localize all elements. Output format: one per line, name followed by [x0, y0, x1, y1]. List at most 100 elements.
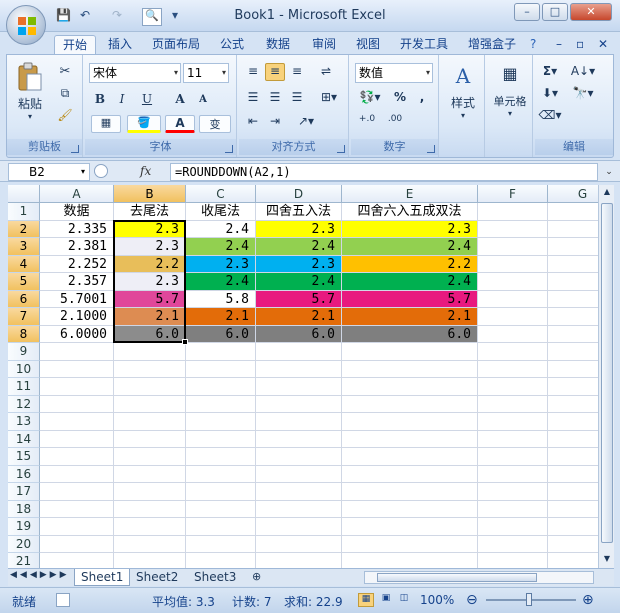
- cell-a19[interactable]: [40, 518, 114, 536]
- cell-f17[interactable]: [478, 483, 548, 501]
- cell-e13[interactable]: [342, 413, 478, 431]
- cell-c7[interactable]: 2.1: [186, 308, 256, 326]
- find-select-icon[interactable]: 🔭▾: [569, 85, 597, 103]
- cell-d8[interactable]: 6.0: [256, 325, 342, 343]
- formula-bar-expand-icon[interactable]: [94, 164, 108, 178]
- cut-icon[interactable]: ✂: [55, 63, 75, 81]
- cell-a7[interactable]: 2.1000: [40, 308, 114, 326]
- align-left-icon[interactable]: ☰: [243, 89, 263, 107]
- tab-review[interactable]: 审阅: [312, 35, 336, 54]
- cell-a15[interactable]: [40, 448, 114, 466]
- cell-d14[interactable]: [256, 430, 342, 448]
- cell-g14[interactable]: [548, 431, 598, 448]
- ribbon-restore-icon[interactable]: ▫: [576, 35, 584, 54]
- cell-e4[interactable]: 2.2: [342, 255, 478, 273]
- cell-d16[interactable]: [256, 465, 342, 483]
- cell-b20[interactable]: [114, 535, 186, 553]
- office-button[interactable]: [6, 5, 46, 45]
- cell-e21[interactable]: [342, 553, 478, 568]
- align-center-icon[interactable]: ☰: [265, 89, 285, 107]
- cell-c21[interactable]: [186, 553, 256, 568]
- cell-e12[interactable]: [342, 395, 478, 413]
- column-header-a[interactable]: A: [40, 185, 114, 203]
- row-header-16[interactable]: 16: [8, 465, 40, 483]
- cell-e1[interactable]: 四舍六入五成双法: [342, 203, 478, 221]
- grow-font-button[interactable]: A: [169, 91, 191, 109]
- cell-c10[interactable]: [186, 360, 256, 378]
- cell-b21[interactable]: [114, 553, 186, 568]
- scroll-down-icon[interactable]: ▼: [601, 554, 613, 566]
- cell-g16[interactable]: [548, 466, 598, 483]
- column-header-c[interactable]: C: [186, 185, 256, 203]
- row-header-19[interactable]: 19: [8, 518, 40, 536]
- cell-e18[interactable]: [342, 500, 478, 518]
- cell-g5[interactable]: [548, 273, 598, 291]
- cell-f21[interactable]: [478, 553, 548, 568]
- row-header-12[interactable]: 12: [8, 395, 40, 413]
- cell-g6[interactable]: [548, 291, 598, 308]
- column-header-f[interactable]: F: [478, 185, 548, 203]
- cell-g21[interactable]: [548, 553, 598, 568]
- cell-f5[interactable]: [478, 273, 548, 291]
- tab-page-layout[interactable]: 页面布局: [152, 35, 200, 54]
- font-size-combo[interactable]: 11 ▾: [183, 63, 229, 83]
- cell-d6[interactable]: 5.7: [256, 290, 342, 308]
- font-color-icon[interactable]: A: [165, 115, 195, 133]
- cell-a6[interactable]: 5.7001: [40, 290, 114, 308]
- cell-d18[interactable]: [256, 500, 342, 518]
- cell-f3[interactable]: [478, 238, 548, 256]
- cell-f16[interactable]: [478, 465, 548, 483]
- cell-g8[interactable]: [548, 326, 598, 343]
- align-bottom-icon[interactable]: ≡: [287, 63, 307, 81]
- cell-g9[interactable]: [548, 343, 598, 361]
- row-header-13[interactable]: 13: [8, 413, 40, 431]
- ribbon-close-icon[interactable]: ✕: [598, 35, 608, 54]
- zoom-level[interactable]: 100%: [420, 593, 454, 607]
- cell-d7[interactable]: 2.1: [256, 308, 342, 326]
- cell-b3[interactable]: 2.3: [114, 238, 186, 256]
- cell-d3[interactable]: 2.4: [256, 238, 342, 256]
- row-header-8[interactable]: 8: [8, 325, 40, 343]
- cell-a8[interactable]: 6.0000: [40, 325, 114, 343]
- cell-d12[interactable]: [256, 395, 342, 413]
- bold-button[interactable]: B: [91, 91, 109, 109]
- cell-b19[interactable]: [114, 518, 186, 536]
- cells-button[interactable]: ▦ 单元格 ▾: [489, 63, 531, 133]
- cell-g4[interactable]: [548, 256, 598, 273]
- cell-c20[interactable]: [186, 535, 256, 553]
- cell-a2[interactable]: 2.335: [40, 220, 114, 238]
- format-painter-icon[interactable]: 🖌: [55, 107, 75, 125]
- sheet-tab-3[interactable]: Sheet3: [188, 569, 242, 586]
- paste-button[interactable]: 粘贴 ▾: [13, 61, 47, 127]
- worksheet-grid[interactable]: A B C D E F G 1 数据 去尾法 收尾法 四舍五入法 四舍六入五成双法 2 2.335 2.3 2.…: [8, 185, 598, 568]
- autosum-button[interactable]: Σ▾: [537, 63, 563, 81]
- scroll-up-icon[interactable]: ▲: [601, 187, 613, 199]
- cell-c16[interactable]: [186, 465, 256, 483]
- cell-a14[interactable]: [40, 430, 114, 448]
- cell-e10[interactable]: [342, 360, 478, 378]
- cell-g19[interactable]: [548, 518, 598, 536]
- row-header-14[interactable]: 14: [8, 430, 40, 448]
- cell-a17[interactable]: [40, 483, 114, 501]
- cell-e6[interactable]: 5.7: [342, 290, 478, 308]
- cell-c12[interactable]: [186, 395, 256, 413]
- cell-c5[interactable]: 2.4: [186, 273, 256, 291]
- row-header-11[interactable]: 11: [8, 378, 40, 396]
- shrink-font-button[interactable]: A: [193, 93, 213, 109]
- zoom-in-icon[interactable]: ⊕: [582, 592, 594, 608]
- cell-d15[interactable]: [256, 448, 342, 466]
- accounting-format-icon[interactable]: 💱▾: [355, 89, 385, 107]
- cell-c9[interactable]: [186, 343, 256, 361]
- cell-f18[interactable]: [478, 500, 548, 518]
- page-break-view-icon[interactable]: ◫: [396, 593, 412, 607]
- close-button[interactable]: ✕: [570, 3, 612, 21]
- cell-d10[interactable]: [256, 360, 342, 378]
- cell-d21[interactable]: [256, 553, 342, 568]
- cell-d20[interactable]: [256, 535, 342, 553]
- tab-formulas[interactable]: 公式: [220, 35, 244, 54]
- cell-g17[interactable]: [548, 483, 598, 501]
- cell-e19[interactable]: [342, 518, 478, 536]
- cell-b8[interactable]: 6.0: [114, 325, 186, 343]
- row-header-21[interactable]: 21: [8, 553, 40, 568]
- normal-view-icon[interactable]: ▦: [358, 593, 374, 607]
